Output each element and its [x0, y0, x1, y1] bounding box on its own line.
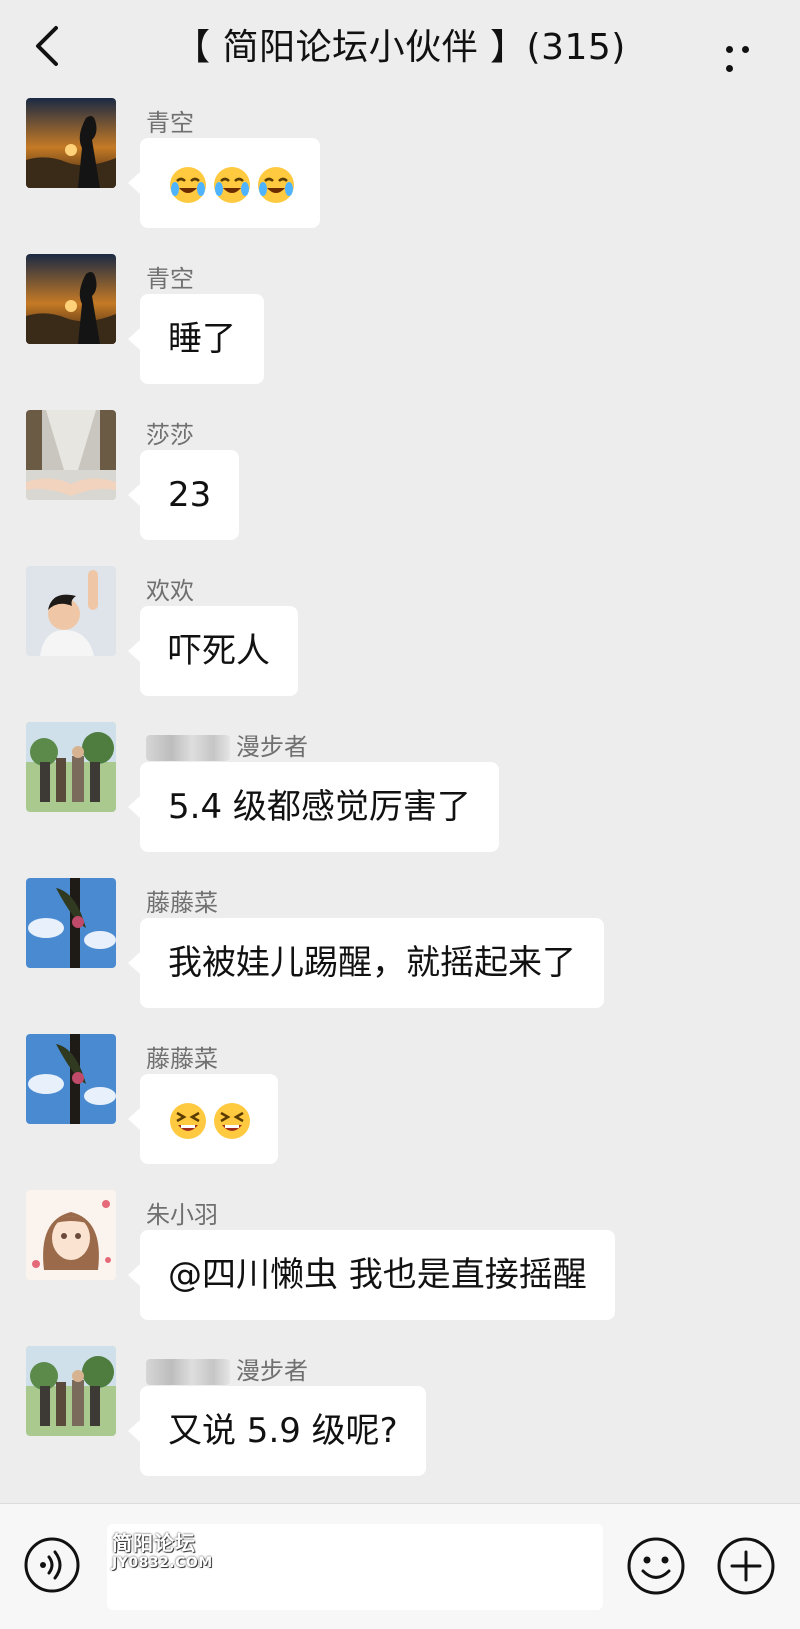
- group-photo-avatar[interactable]: [26, 1346, 116, 1436]
- sender-name-text: 漫步者: [236, 1357, 308, 1385]
- message-bubble[interactable]: [128, 1074, 278, 1164]
- sender-name: 莎莎: [146, 421, 194, 449]
- plus-circle-icon[interactable]: [716, 1536, 776, 1596]
- sender-name: 藤藤菜: [146, 1045, 218, 1073]
- sender-name: 青空: [146, 109, 194, 137]
- top-bar: 【 简阳论坛小伙伴 】(315): [0, 0, 800, 96]
- anime-girl-avatar[interactable]: [26, 1190, 116, 1280]
- message-bubble[interactable]: 我被娃儿踢醒，就摇起来了: [128, 918, 604, 1008]
- holding-hands-avatar[interactable]: [26, 410, 116, 500]
- message-bubble[interactable]: 又说 5.9 级呢?: [128, 1386, 426, 1476]
- grinning-squint-emoji: [170, 1102, 206, 1139]
- sender-name: 欢欢: [146, 577, 194, 605]
- crying-laughing-emoji: [170, 166, 206, 203]
- group-photo-avatar[interactable]: [26, 722, 116, 812]
- chat-title: 【 简阳论坛小伙伴 】(315): [174, 27, 626, 68]
- crying-laughing-emoji: [214, 166, 250, 203]
- watermark-line2: JY0832.COM: [112, 1555, 213, 1571]
- crying-laughing-emoji: [258, 166, 294, 203]
- sender-name: 漫步者: [146, 1351, 308, 1386]
- sunset-silhouette-avatar[interactable]: [26, 98, 116, 188]
- blurred-nickname-prefix: [146, 735, 230, 761]
- smiley-icon[interactable]: [626, 1536, 686, 1596]
- grinning-squint-emoji: [214, 1102, 250, 1139]
- sender-name: 朱小羽: [146, 1201, 218, 1229]
- sunset-silhouette-avatar[interactable]: [26, 254, 116, 344]
- bottom-input-bar: 简阳论坛 JY0832.COM: [0, 1503, 800, 1629]
- sender-name-text: 漫步者: [236, 733, 308, 761]
- boy-waving-avatar[interactable]: [26, 566, 116, 656]
- blurred-nickname-prefix: [146, 1359, 230, 1385]
- message-bubble[interactable]: 吓死人: [128, 606, 298, 696]
- message-bubble[interactable]: 23: [127, 450, 240, 540]
- tree-sky-avatar[interactable]: [26, 1034, 116, 1124]
- more-dots-icon[interactable]: [726, 38, 770, 72]
- sender-name: 藤藤菜: [146, 889, 218, 917]
- message-bubble[interactable]: 睡了: [128, 294, 264, 384]
- voice-icon[interactable]: [23, 1536, 81, 1594]
- sender-name: 青空: [146, 265, 194, 293]
- message-bubble[interactable]: 5.4 级都感觉厉害了: [128, 762, 499, 852]
- site-watermark: 简阳论坛 JY0832.COM: [112, 1531, 213, 1572]
- watermark-line1: 简阳论坛: [112, 1531, 196, 1555]
- message-bubble[interactable]: @四川懒虫 我也是直接摇醒: [128, 1230, 615, 1320]
- tree-sky-avatar[interactable]: [26, 878, 116, 968]
- message-bubble[interactable]: [128, 138, 320, 228]
- sender-name: 漫步者: [146, 727, 308, 762]
